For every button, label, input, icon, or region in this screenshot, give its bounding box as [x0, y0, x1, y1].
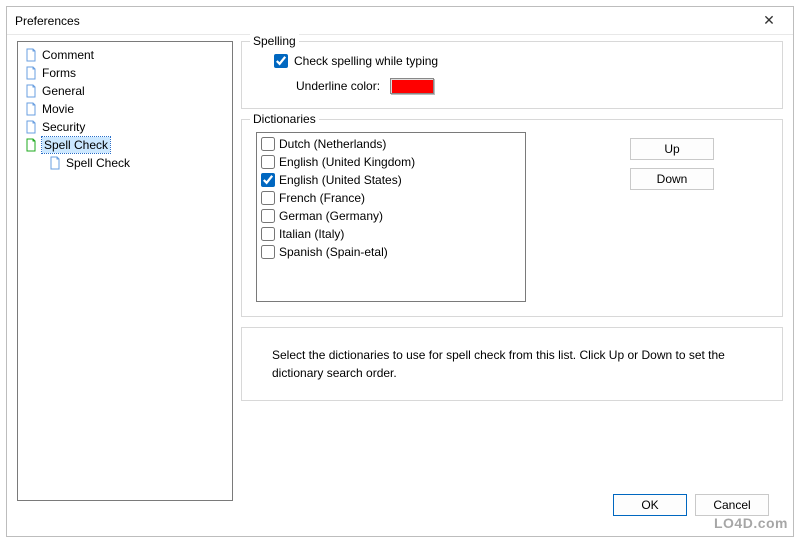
page-icon [24, 48, 38, 62]
dialog-footer: OK Cancel [241, 490, 783, 526]
spelling-legend: Spelling [250, 34, 299, 48]
dictionary-label: Spanish (Spain-etal) [279, 244, 388, 260]
dictionary-label: German (Germany) [279, 208, 383, 224]
settings-panel: Spelling Check spelling while typing Und… [241, 41, 783, 526]
ok-button[interactable]: OK [613, 494, 687, 516]
dictionary-item[interactable]: German (Germany) [259, 207, 523, 225]
check-spelling-while-typing-checkbox[interactable] [274, 54, 288, 68]
move-down-button[interactable]: Down [630, 168, 714, 190]
page-icon [24, 138, 38, 152]
dictionary-checkbox[interactable] [261, 155, 275, 169]
content-area: Comment Forms General Movie Security Spell Ch… [7, 35, 793, 536]
dictionary-checkbox[interactable] [261, 137, 275, 151]
tree-item-label: General [42, 83, 85, 99]
tree-item-spell-check-child[interactable]: Spell Check [20, 154, 230, 172]
page-icon [24, 120, 38, 134]
dictionary-item[interactable]: Italian (Italy) [259, 225, 523, 243]
page-icon [24, 102, 38, 116]
dictionary-checkbox[interactable] [261, 245, 275, 259]
tree-item-movie[interactable]: Movie [20, 100, 230, 118]
tree-item-label: Movie [42, 101, 74, 117]
check-while-typing-row: Check spelling while typing [274, 54, 768, 68]
dictionary-list[interactable]: Dutch (Netherlands) English (United Kingd… [256, 132, 526, 302]
window-title: Preferences [15, 14, 80, 28]
dictionary-checkbox[interactable] [261, 209, 275, 223]
tree-item-label: Security [42, 119, 85, 135]
dictionary-checkbox[interactable] [261, 173, 275, 187]
dictionary-order-buttons: Up Down [630, 132, 714, 302]
tree-item-security[interactable]: Security [20, 118, 230, 136]
dictionary-label: French (France) [279, 190, 365, 206]
page-icon [48, 156, 62, 170]
tree-item-label: Spell Check [42, 137, 110, 153]
dictionary-label: English (United States) [279, 172, 402, 188]
spelling-group: Spelling Check spelling while typing Und… [241, 41, 783, 109]
window-close-button[interactable]: ✕ [753, 10, 785, 32]
page-icon [24, 84, 38, 98]
dictionaries-area: Dutch (Netherlands) English (United Kingd… [256, 132, 768, 302]
underline-color-picker[interactable] [390, 78, 434, 94]
underline-color-row: Underline color: [296, 78, 768, 94]
dictionary-item[interactable]: Spanish (Spain-etal) [259, 243, 523, 261]
dictionary-item[interactable]: English (United Kingdom) [259, 153, 523, 171]
dictionary-label: Dutch (Netherlands) [279, 136, 386, 152]
preferences-window: Preferences ✕ Comment Forms General Movie Se… [6, 6, 794, 537]
hint-panel: Select the dictionaries to use for spell… [241, 327, 783, 401]
tree-item-spell-check[interactable]: Spell Check [20, 136, 230, 154]
hint-text: Select the dictionaries to use for spell… [272, 348, 725, 380]
page-icon [24, 66, 38, 80]
underline-color-label: Underline color: [296, 79, 380, 93]
tree-item-comment[interactable]: Comment [20, 46, 230, 64]
dictionary-label: Italian (Italy) [279, 226, 344, 242]
tree-item-label: Forms [42, 65, 76, 81]
dictionary-label: English (United Kingdom) [279, 154, 415, 170]
check-spelling-while-typing-label[interactable]: Check spelling while typing [294, 54, 438, 68]
category-tree[interactable]: Comment Forms General Movie Security Spell Ch… [17, 41, 233, 501]
tree-item-label: Spell Check [66, 155, 130, 171]
dictionary-checkbox[interactable] [261, 227, 275, 241]
dictionaries-group: Dictionaries Dutch (Netherlands)English … [241, 119, 783, 317]
dictionary-checkbox[interactable] [261, 191, 275, 205]
dictionary-item[interactable]: French (France) [259, 189, 523, 207]
tree-item-label: Comment [42, 47, 94, 63]
dictionary-item[interactable]: Dutch (Netherlands) [259, 135, 523, 153]
tree-item-general[interactable]: General [20, 82, 230, 100]
cancel-button[interactable]: Cancel [695, 494, 769, 516]
dictionaries-legend: Dictionaries [250, 112, 319, 126]
close-icon: ✕ [763, 12, 775, 29]
move-up-button[interactable]: Up [630, 138, 714, 160]
tree-item-forms[interactable]: Forms [20, 64, 230, 82]
dictionary-item[interactable]: English (United States) [259, 171, 523, 189]
titlebar: Preferences ✕ [7, 7, 793, 35]
